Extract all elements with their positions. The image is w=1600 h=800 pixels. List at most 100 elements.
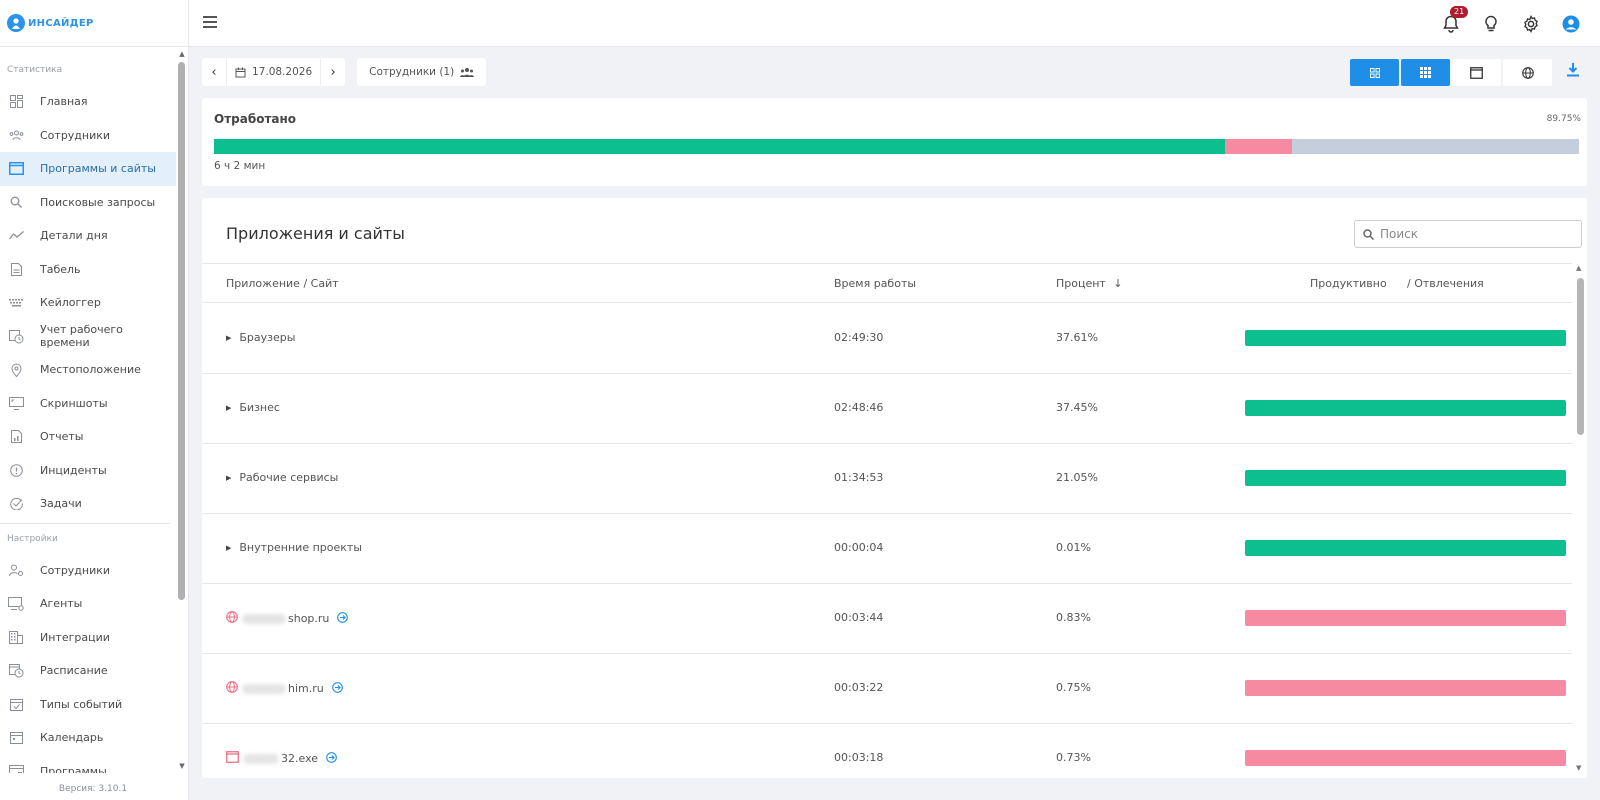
sidebar-item[interactable]: Главная <box>0 85 176 119</box>
open-link-icon[interactable] <box>326 751 337 766</box>
sidebar-item[interactable]: Расписание <box>0 654 176 688</box>
sidebar-item-label: Главная <box>40 95 88 109</box>
globe-icon[interactable] <box>1503 59 1552 86</box>
row-time: 01:34:53 <box>834 471 884 484</box>
group-icon <box>460 68 475 77</box>
search-input[interactable]: Поиск <box>1354 220 1582 248</box>
date-value: 17.08.2026 <box>252 66 313 78</box>
sidebar-item[interactable]: Интеграции <box>0 621 176 655</box>
search-icon <box>1363 228 1374 240</box>
date-field[interactable]: 17.08.2026 <box>226 58 322 86</box>
redacted-text <box>242 613 286 624</box>
top-bar: 21 <box>189 0 1600 47</box>
column-percent[interactable]: Процент ↓ <box>1056 277 1123 290</box>
sidebar-item[interactable]: Сотрудники <box>0 119 176 153</box>
expand-caret-icon[interactable]: ▶ <box>226 404 231 412</box>
distraction-bar <box>1245 750 1566 766</box>
search-icon <box>8 194 24 210</box>
sidebar-section-title: Настройки <box>7 533 58 544</box>
grid-small-icon[interactable] <box>1350 59 1399 86</box>
open-link-icon[interactable] <box>337 611 349 626</box>
expand-caret-icon[interactable]: ▶ <box>226 334 231 342</box>
productive-bar <box>1245 400 1566 416</box>
settings-gear-icon[interactable] <box>1522 14 1540 33</box>
row-percent: 0.83% <box>1056 611 1091 624</box>
user-account-icon[interactable] <box>1562 15 1580 33</box>
column-distraction[interactable]: / Отвлечения <box>1407 277 1484 290</box>
website-globe-icon <box>226 681 238 696</box>
row-time: 00:03:18 <box>834 751 884 764</box>
lightbulb-icon[interactable] <box>1482 15 1500 33</box>
sidebar-item-label: Сотрудники <box>40 563 111 577</box>
bell-icon[interactable]: 21 <box>1442 5 1469 33</box>
sidebar-item[interactable]: Скриншоты <box>0 387 176 421</box>
logo[interactable]: ИНСАЙДЕР <box>0 0 188 47</box>
schedule-icon <box>8 663 24 679</box>
trend-icon <box>8 228 24 244</box>
next-day-icon[interactable]: › <box>321 58 345 86</box>
sidebar-item[interactable]: Учет рабочего времени <box>0 320 176 354</box>
row-name-cell: ▶ Браузеры <box>226 331 295 344</box>
row-name-label: him.ru <box>288 682 324 695</box>
sidebar-nav: Статистика Главная Сотрудники Программы и с… <box>0 55 176 773</box>
sidebar-item-label: Детали дня <box>40 229 108 243</box>
row-percent: 0.01% <box>1056 541 1091 554</box>
table-row[interactable]: ▶ Рабочие сервисы 01:34:53 21.05% <box>202 444 1572 514</box>
row-name-label[interactable]: Бизнес <box>239 401 280 414</box>
column-time[interactable]: Время работы <box>834 277 916 290</box>
sidebar-scrollbar[interactable] <box>178 62 185 600</box>
application-window-icon <box>226 751 239 766</box>
table-row[interactable]: ▶ Бизнес 02:48:46 37.45% <box>202 374 1572 444</box>
window-view-icon[interactable] <box>1452 59 1501 86</box>
notification-badge: 21 <box>1450 5 1469 18</box>
sidebar-item[interactable]: Задачи <box>0 487 176 521</box>
document-icon <box>8 261 24 277</box>
sidebar-item[interactable]: Календарь <box>0 721 176 755</box>
sidebar-item[interactable]: Инциденты <box>0 454 176 488</box>
column-productive[interactable]: Продуктивно <box>1310 277 1387 290</box>
row-name-label: shop.ru <box>288 612 330 625</box>
table-row[interactable]: 32.exe 00:03:18 0.73% <box>202 724 1572 778</box>
expand-caret-icon[interactable]: ▶ <box>226 474 231 482</box>
table-row[interactable]: him.ru 00:03:22 0.75% <box>202 654 1572 724</box>
sidebar-item[interactable]: Типы событий <box>0 688 176 722</box>
calendar-icon <box>8 730 24 746</box>
version-label: Версия: 3.10.1 <box>58 784 128 794</box>
row-name-label[interactable]: Внутренние проекты <box>239 541 362 554</box>
table-scroll-down-icon[interactable]: ▼ <box>1576 764 1581 772</box>
expand-caret-icon[interactable]: ▶ <box>226 544 231 552</box>
row-name-label[interactable]: Браузеры <box>239 331 295 344</box>
employees-filter-button[interactable]: Сотрудники (1) <box>357 58 487 86</box>
sidebar-item[interactable]: Детали дня <box>0 219 176 253</box>
sidebar-scroll-up-icon[interactable]: ▲ <box>178 50 186 58</box>
table-row[interactable]: shop.ru 00:03:44 0.83% <box>202 584 1572 654</box>
table-scroll-up-icon[interactable]: ▲ <box>1576 264 1581 272</box>
sidebar-item[interactable]: Агенты <box>0 587 176 621</box>
sidebar-item-label: Интеграции <box>40 630 110 644</box>
column-name[interactable]: Приложение / Сайт <box>226 277 339 290</box>
productive-bar <box>1245 540 1566 556</box>
sidebar-item-label: Скриншоты <box>40 396 108 410</box>
sidebar-item[interactable]: Табель <box>0 253 176 287</box>
previous-day-icon[interactable]: ‹ <box>202 58 226 86</box>
sidebar-item[interactable]: Программы и сайты <box>0 152 176 186</box>
table-row[interactable]: ▶ Внутренние проекты 00:00:04 0.01% <box>202 514 1572 584</box>
table-row[interactable]: ▶ Браузеры 02:49:30 37.61% <box>202 304 1572 374</box>
sidebar: ИНСАЙДЕР Статистика Главная Сотрудники Прог… <box>0 0 189 800</box>
sidebar-item[interactable]: Поисковые запросы <box>0 186 176 220</box>
website-globe-icon <box>226 611 238 626</box>
download-icon[interactable] <box>1567 62 1579 81</box>
row-name-label[interactable]: Рабочие сервисы <box>239 471 338 484</box>
sidebar-item[interactable]: Отчеты <box>0 420 176 454</box>
menu-toggle-icon[interactable] <box>203 16 217 31</box>
grid-large-icon[interactable] <box>1401 59 1450 86</box>
row-name-cell: 32.exe <box>226 751 337 766</box>
open-link-icon[interactable] <box>331 681 343 696</box>
table-scrollbar[interactable] <box>1577 278 1584 435</box>
sidebar-item[interactable]: Кейлоггер <box>0 286 176 320</box>
sidebar-scroll-down-icon[interactable]: ▼ <box>178 762 186 770</box>
sidebar-item[interactable]: Программы <box>0 755 176 773</box>
sidebar-item[interactable]: Местоположение <box>0 353 176 387</box>
sidebar-item[interactable]: Сотрудники <box>0 554 176 588</box>
view-mode-switcher <box>1350 59 1554 86</box>
